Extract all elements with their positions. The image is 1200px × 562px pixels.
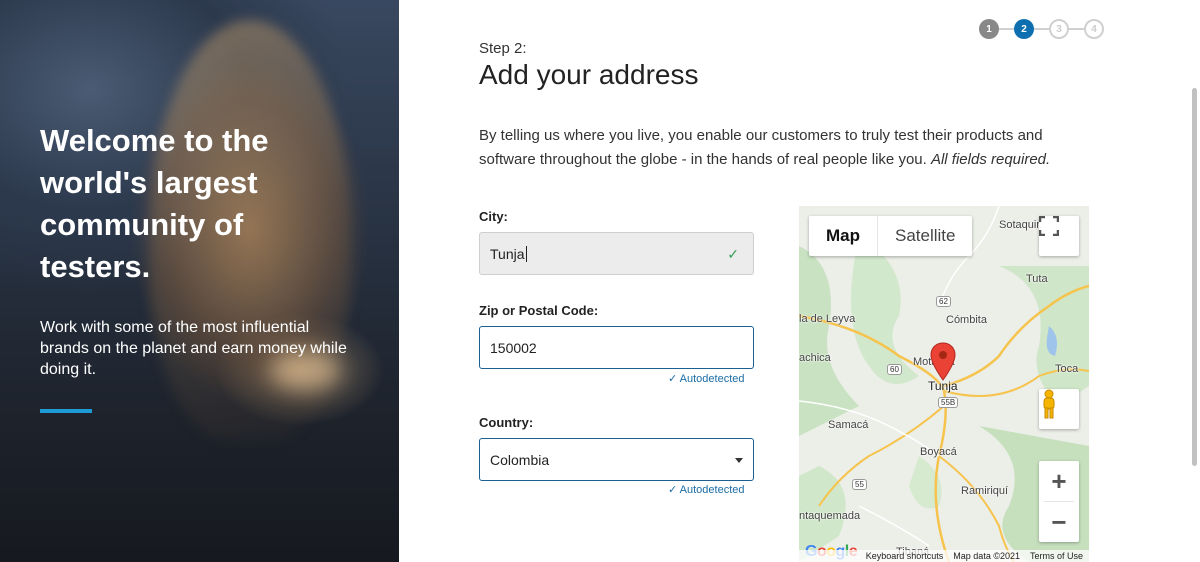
zoom-out-button[interactable]: −: [1039, 502, 1079, 542]
step-3: 3: [1049, 19, 1069, 39]
hero-accent-bar: [40, 409, 92, 413]
fullscreen-icon: [1039, 216, 1059, 236]
zip-value: 150002: [490, 339, 537, 356]
hero-panel: Welcome to the world's largest community…: [0, 0, 399, 562]
city-value: Tunja: [490, 245, 525, 262]
page-title: Add your address: [479, 59, 699, 90]
country-value: Colombia: [490, 451, 550, 468]
hero-title: Welcome to the world's largest community…: [40, 123, 269, 284]
country-select[interactable]: Colombia: [479, 438, 754, 481]
terms-of-use-link[interactable]: Terms of Use: [1030, 551, 1083, 561]
check-icon: ✓: [727, 246, 739, 262]
map-type-control: Map Satellite: [809, 216, 973, 256]
road-shield: 60: [887, 364, 902, 375]
map-town-label: achica: [799, 352, 831, 364]
map-town-label: ntaquemada: [799, 510, 861, 522]
google-map[interactable]: Sotaquirá Tuta la de Leyva Cómbita achic…: [799, 206, 1089, 562]
map-footer: Keyboard shortcuts Map data ©2021 Terms …: [799, 550, 1089, 562]
chevron-down-icon: [735, 458, 743, 463]
step-connector: [999, 28, 1014, 30]
map-town-label: Boyacá: [920, 446, 957, 458]
intro-text: By telling us where you live, you enable…: [479, 124, 1099, 172]
check-small-icon: ✓: [668, 484, 680, 496]
signup-page: Welcome to the world's largest community…: [0, 0, 1200, 562]
step-connector: [1069, 28, 1084, 30]
map-tab-map[interactable]: Map: [809, 216, 878, 256]
hero-subtitle: Work with some of the most influential b…: [40, 319, 347, 378]
road-shield: 62: [936, 296, 951, 307]
step-connector: [1034, 28, 1049, 30]
map-town-label: Cómbita: [946, 314, 987, 326]
zoom-in-button[interactable]: +: [1039, 461, 1079, 501]
step-label: Step 2:: [479, 40, 527, 57]
road-shield: 55B: [938, 397, 959, 408]
map-data-attribution: Map data ©2021: [953, 551, 1020, 561]
city-label: City:: [479, 209, 508, 224]
zip-autodetected-note: ✓ Autodetected: [668, 372, 745, 385]
road-shield: 55: [852, 479, 867, 490]
country-autodetected-note: ✓ Autodetected: [668, 483, 745, 496]
step-2: 2: [1014, 19, 1034, 39]
map-town-label: Tuta: [1026, 273, 1048, 285]
fullscreen-button[interactable]: [1039, 216, 1079, 256]
map-town-label: Samacá: [828, 419, 869, 431]
zip-label: Zip or Postal Code:: [479, 303, 599, 318]
progress-stepper: 1 2 3 4: [979, 19, 1104, 39]
step-4: 4: [1084, 19, 1104, 39]
pegman-icon: [1043, 389, 1055, 419]
map-tab-satellite[interactable]: Satellite: [878, 216, 972, 256]
map-town-label: Toca: [1055, 363, 1079, 375]
city-input[interactable]: Tunja ✓: [479, 232, 754, 275]
scrollbar[interactable]: [1192, 88, 1197, 466]
zip-input[interactable]: 150002: [479, 326, 754, 369]
text-cursor: [525, 245, 527, 262]
keyboard-shortcuts-link[interactable]: Keyboard shortcuts: [866, 551, 944, 561]
zip-autodetected-label: Autodetected: [679, 373, 745, 385]
zoom-control: + −: [1039, 461, 1079, 542]
country-label: Country:: [479, 415, 534, 430]
street-view-pegman-button[interactable]: [1039, 389, 1079, 429]
map-town-label: Ramiriquí: [961, 485, 1009, 497]
intro-required-note: All fields required.: [930, 151, 1051, 168]
step-1: 1: [979, 19, 999, 39]
check-small-icon: ✓: [668, 373, 680, 385]
map-pin-icon[interactable]: [930, 342, 956, 382]
map-town-label: la de Leyva: [799, 313, 856, 325]
country-autodetected-label: Autodetected: [679, 484, 745, 496]
